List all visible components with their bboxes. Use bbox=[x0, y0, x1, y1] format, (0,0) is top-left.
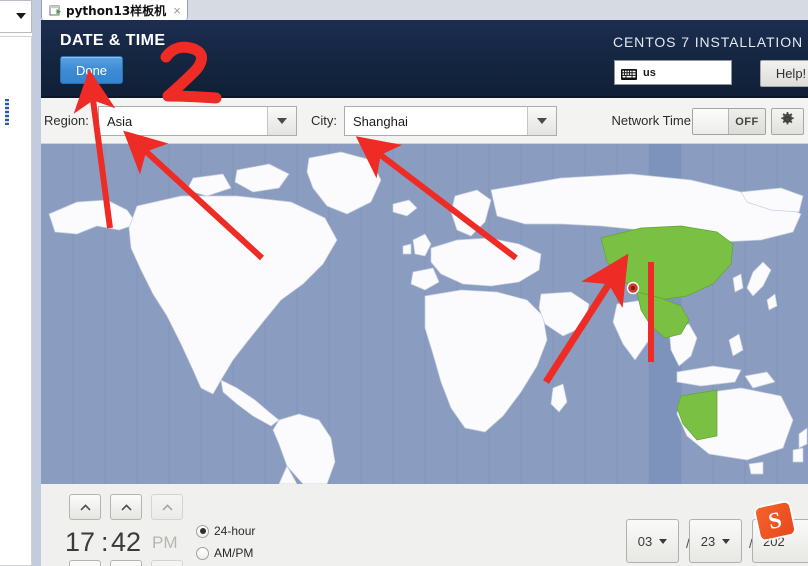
toggle-knob bbox=[693, 109, 729, 134]
installer-window: DATE & TIME Done CENTOS 7 INSTALLATION u… bbox=[41, 20, 808, 566]
chevron-up-icon bbox=[79, 503, 91, 511]
keyboard-layout-indicator[interactable]: us bbox=[614, 60, 732, 85]
region-label: Region: bbox=[44, 113, 89, 128]
city-dropdown-button[interactable] bbox=[527, 107, 556, 135]
format-24hour-option[interactable]: 24-hour bbox=[196, 524, 255, 538]
world-map[interactable] bbox=[41, 144, 808, 484]
day-select[interactable]: 23 bbox=[689, 519, 742, 563]
city-select[interactable]: Shanghai bbox=[344, 106, 557, 136]
host-left-panel bbox=[0, 0, 33, 566]
region-value: Asia bbox=[107, 113, 133, 129]
world-map-svg bbox=[41, 144, 808, 484]
keyboard-layout-value: us bbox=[643, 66, 656, 79]
chevron-up-icon bbox=[161, 503, 173, 511]
ampm-value[interactable]: PM bbox=[152, 533, 178, 553]
ampm-increment-button[interactable] bbox=[151, 494, 183, 520]
product-label: CENTOS 7 INSTALLATION bbox=[612, 34, 803, 50]
network-time-state: OFF bbox=[735, 115, 759, 128]
minute-decrement-button[interactable] bbox=[110, 560, 142, 566]
chevron-up-icon bbox=[120, 503, 132, 511]
chevron-down-icon bbox=[659, 538, 668, 544]
network-time-label: Network Time bbox=[611, 113, 691, 128]
format-ampm-option[interactable]: AM/PM bbox=[196, 546, 253, 560]
region-dropdown-button[interactable] bbox=[267, 107, 296, 135]
format-ampm-label: AM/PM bbox=[214, 546, 254, 560]
radio-ampm-icon bbox=[196, 546, 209, 560]
hour-decrement-button[interactable] bbox=[69, 560, 101, 566]
city-marker bbox=[626, 281, 640, 295]
help-button[interactable]: Help! bbox=[760, 60, 808, 87]
gear-icon bbox=[779, 111, 796, 133]
hour-value[interactable]: 17 bbox=[65, 527, 95, 558]
screen: python13样板机 × DATE & TIME Done CENTOS 7 … bbox=[0, 0, 808, 566]
host-dropdown-stub[interactable] bbox=[0, 0, 32, 33]
hour-increment-button[interactable] bbox=[69, 494, 101, 520]
close-icon[interactable]: × bbox=[173, 4, 181, 17]
keyboard-icon bbox=[621, 67, 637, 80]
page-title: DATE & TIME bbox=[60, 32, 166, 49]
radio-24hour-icon bbox=[196, 524, 209, 538]
tab-bar: python13样板机 × bbox=[41, 0, 808, 20]
tab-python13[interactable]: python13样板机 × bbox=[41, 0, 188, 20]
host-gutter bbox=[33, 0, 41, 566]
ampm-decrement-button[interactable] bbox=[151, 560, 183, 566]
minute-increment-button[interactable] bbox=[110, 494, 142, 520]
done-button[interactable]: Done bbox=[60, 56, 123, 84]
chevron-down-icon bbox=[277, 118, 287, 124]
tab-title: python13样板机 bbox=[66, 3, 167, 18]
vm-icon bbox=[49, 4, 62, 17]
chevron-down-icon bbox=[537, 118, 547, 124]
network-time-settings-button[interactable] bbox=[771, 108, 804, 135]
host-side-list bbox=[0, 36, 32, 566]
day-value: 23 bbox=[700, 533, 716, 549]
datetime-controls: 17 : 42 PM 24-hour AM/PM 03 / 23 / 202 bbox=[41, 484, 808, 566]
city-label: City: bbox=[311, 113, 337, 128]
minute-value[interactable]: 42 bbox=[111, 527, 141, 558]
chevron-down-icon bbox=[16, 13, 26, 19]
network-time-toggle[interactable]: OFF bbox=[692, 108, 766, 135]
city-value: Shanghai bbox=[353, 113, 408, 129]
chevron-down-icon bbox=[722, 538, 731, 544]
timezone-controls: Region: Asia City: Shanghai Network Time… bbox=[41, 98, 808, 144]
time-separator: : bbox=[101, 527, 109, 557]
month-value: 03 bbox=[637, 533, 653, 549]
month-select[interactable]: 03 bbox=[626, 519, 679, 563]
format-24hour-label: 24-hour bbox=[214, 524, 256, 538]
installer-header: DATE & TIME Done CENTOS 7 INSTALLATION u… bbox=[41, 20, 808, 98]
host-list-marker bbox=[5, 99, 9, 125]
region-select[interactable]: Asia bbox=[98, 106, 297, 136]
